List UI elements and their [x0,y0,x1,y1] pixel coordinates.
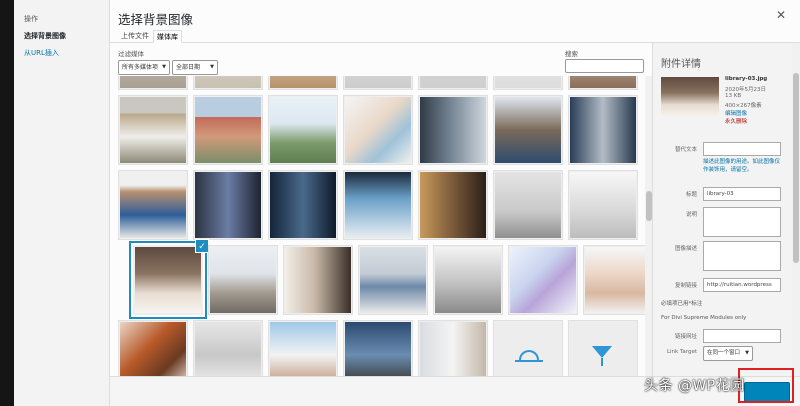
attachment[interactable] [343,170,413,240]
module-note: For Divi Supreme Modules only [661,315,747,321]
attachment[interactable] [268,170,338,240]
attachment[interactable] [493,76,563,90]
date-select[interactable]: 全部日期 ▼ [172,60,218,75]
details-size: 13 KB [725,93,742,99]
attachments-grid: ✓ [116,76,646,376]
attachment[interactable] [343,320,413,376]
menu-item-insert-from-url[interactable]: 从URL插入 [24,48,59,58]
attachment[interactable] [583,245,646,315]
link-target-value: 在同一个窗口 [707,350,741,356]
page-scrollbar [0,0,14,406]
details-thumbnail [661,77,719,117]
alt-text-input[interactable] [703,142,781,156]
check-icon[interactable]: ✓ [195,239,209,253]
link-target-select[interactable]: 在同一个窗口 ▼ [703,346,753,361]
filter-label: 过滤媒体 [118,50,144,58]
cocktail-icon-stem [601,358,603,366]
details-date: 2020年5月23日 [725,87,766,93]
link-url-input[interactable] [703,329,781,343]
copy-link-label: 复制链接 [674,283,697,289]
attachment[interactable] [568,170,638,240]
attachment[interactable] [418,320,488,376]
attachment[interactable] [118,170,188,240]
link-target-label: Link Target [666,349,697,355]
modal-title: 选择背景图像 [118,12,194,27]
chevron-down-icon: ▼ [210,64,214,70]
attachment[interactable] [433,245,503,315]
media-type-select[interactable]: 所有多媒体项 ▼ [118,60,170,75]
highlight-box [738,368,794,403]
attachment[interactable] [493,170,563,240]
attachment[interactable] [268,320,338,376]
attachment[interactable] [193,170,263,240]
attachment[interactable] [118,320,188,376]
description-textarea[interactable] [703,241,781,271]
attachment[interactable] [418,95,488,165]
media-type-value: 所有多媒体项 [122,64,159,71]
caption-textarea[interactable] [703,207,781,237]
dish-icon-base [515,360,543,362]
details-dimensions: 400×267像素 [725,103,762,109]
attachment[interactable] [418,76,488,90]
router-tabs: 上传文件 媒体库 [110,28,800,43]
alt-text-label: 替代文本 [674,147,697,153]
attachment[interactable] [493,95,563,165]
tab-media-library[interactable]: 媒体库 [153,30,182,43]
close-icon[interactable]: ✕ [776,8,786,22]
media-menu: 操作 选择背景图像 从URL插入 [14,0,110,406]
edit-image-link[interactable]: 编辑图像 [725,109,747,117]
cocktail-icon [592,346,612,358]
attachment[interactable] [193,320,263,376]
attachment-selected[interactable]: ✓ [133,239,209,315]
attachment[interactable] [268,76,338,90]
alt-text-hint[interactable]: 描述此图像的用途。如此图像仅作装饰用，请留空。 [703,159,783,174]
required-note: 必填项已用*标注 [661,301,703,307]
watermark: 头条 @WP花园 [644,378,745,394]
attachment[interactable] [568,76,638,90]
attachment[interactable] [358,245,428,315]
chevron-down-icon: ▼ [745,350,749,356]
caption-label: 说明 [685,212,697,218]
description-label: 图像描述 [674,246,697,252]
tab-upload-files[interactable]: 上传文件 [118,30,152,43]
search-input[interactable] [565,59,644,73]
search-label: 搜索 [565,50,578,58]
title-input[interactable]: library-03 [703,187,781,201]
media-modal: 操作 选择背景图像 从URL插入 选择背景图像 ✕ 上传文件 媒体库 过滤媒体 … [14,0,800,406]
attachment[interactable] [568,95,638,165]
attachment[interactable] [343,76,413,90]
attachment[interactable] [568,320,638,376]
attachment[interactable] [268,95,338,165]
menu-item-actions: 操作 [24,15,38,23]
chevron-down-icon: ▼ [162,64,166,70]
details-filename: library-03.jpg [725,76,768,82]
menu-item-choose-background[interactable]: 选择背景图像 [24,31,66,41]
attachment[interactable] [493,320,563,376]
attachment[interactable] [193,95,263,165]
attachment[interactable] [118,95,188,165]
delete-permanently-link[interactable]: 永久删除 [725,117,747,125]
scroll-thumb[interactable] [793,73,799,263]
attachment[interactable] [508,245,578,315]
date-value: 全部日期 [176,64,201,71]
attachment-details: 附件详情 library-03.jpg 2020年5月23日 13 KB 400… [652,43,800,376]
link-url-label: 链接网址 [674,334,697,340]
attachment[interactable] [193,76,263,90]
attachment[interactable] [418,170,488,240]
attachment[interactable] [343,95,413,165]
attachment[interactable] [208,245,278,315]
details-heading: 附件详情 [661,59,701,70]
copy-link-input[interactable]: http://ruitian.wordpress [703,278,781,292]
details-scrollbar[interactable] [792,43,800,376]
title-label: 标题 [685,192,697,198]
attachment[interactable] [118,76,188,90]
attachment[interactable] [283,245,353,315]
